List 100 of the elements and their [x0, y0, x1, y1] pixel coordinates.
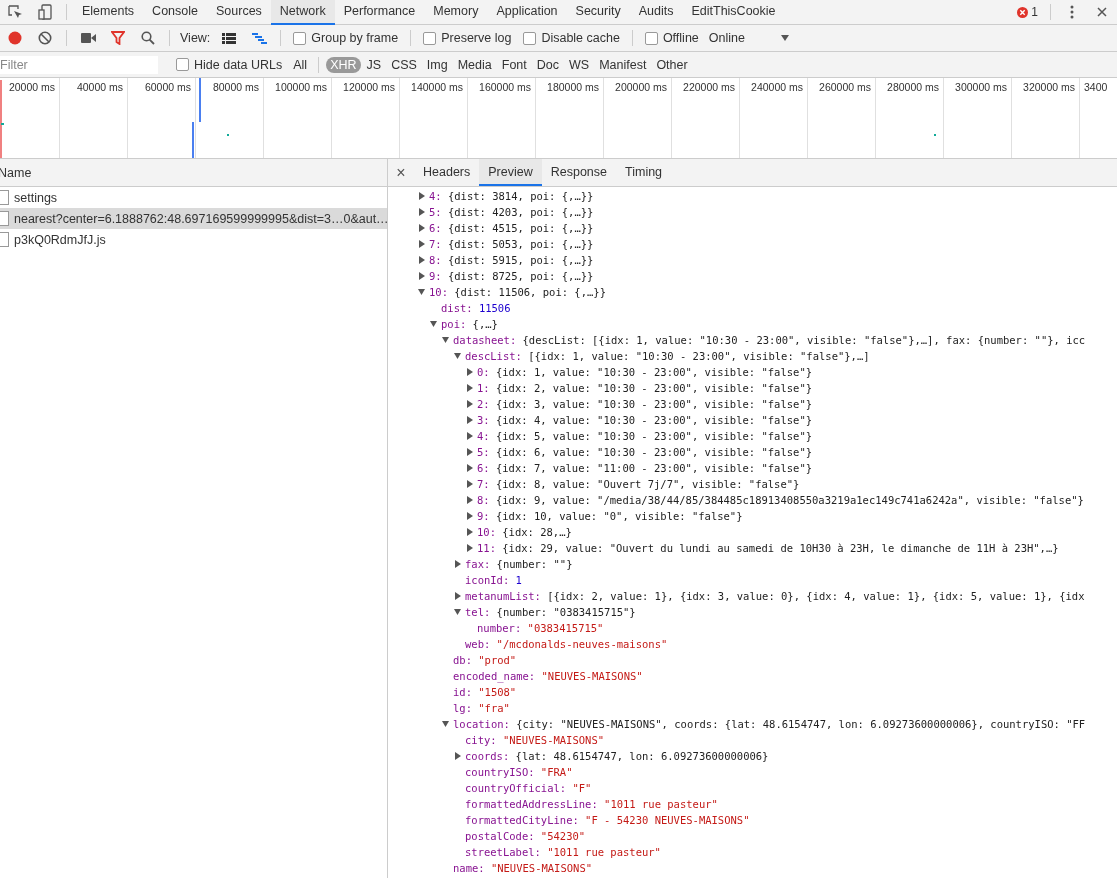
collapsed-arrow-icon[interactable] [466, 464, 473, 472]
option-checkbox[interactable]: Disable cache [523, 31, 620, 45]
time-tick-label: 320000 ms [1023, 81, 1075, 94]
panel-tab[interactable]: Sources [207, 0, 271, 25]
time-tick-label: 300000 ms [955, 81, 1007, 94]
property-key: db: [453, 654, 472, 666]
expanded-arrow-icon[interactable] [442, 720, 449, 728]
panel-tab[interactable]: Security [566, 0, 630, 25]
type-filter-button[interactable]: Font [497, 56, 531, 73]
error-count: 1 [1031, 5, 1038, 19]
panel-tab[interactable]: Elements [73, 0, 144, 25]
panel-tab[interactable]: Network [270, 0, 335, 25]
collapsed-arrow-icon[interactable] [418, 272, 425, 280]
property-key: formattedAddressLine: [465, 798, 598, 810]
type-filter-button[interactable]: Img [422, 56, 452, 73]
type-filter-button[interactable]: All [289, 56, 312, 73]
collapsed-arrow-icon[interactable] [466, 496, 473, 504]
property-key: 4: [477, 430, 490, 442]
collapsed-arrow-icon[interactable] [466, 448, 473, 456]
collapsed-arrow-icon[interactable] [418, 208, 425, 216]
property-key: 5: [429, 206, 442, 218]
collapsed-arrow-icon[interactable] [454, 752, 461, 760]
filter-icon[interactable] [109, 29, 127, 47]
option-checkbox[interactable]: Group by frame [293, 31, 399, 45]
property-key: 0: [477, 366, 490, 378]
panel-tab[interactable]: Console [143, 0, 207, 25]
expanded-arrow-icon[interactable] [454, 352, 461, 360]
request-name: p3kQ0RdmJfJ.js [14, 232, 106, 247]
collapsed-arrow-icon[interactable] [466, 368, 473, 376]
property-key: datasheet: [453, 334, 517, 346]
type-filter-button[interactable]: Other [652, 56, 692, 73]
collapsed-arrow-icon[interactable] [454, 560, 461, 568]
type-filter-button[interactable]: Doc [532, 56, 563, 73]
property-key: tel: [465, 606, 491, 618]
type-filter-button[interactable]: WS [565, 56, 594, 73]
property-value: {idx: 7, value: "11:00 - 23:00", visible: "false"} [495, 462, 813, 474]
detail-tab[interactable]: Response [541, 159, 616, 186]
type-filter-button[interactable]: Manifest [595, 56, 651, 73]
property-key: dist: [441, 302, 473, 314]
option-checkbox[interactable]: Preserve log [423, 31, 512, 45]
checkbox-label: Disable cache [541, 31, 620, 45]
device-icon[interactable] [36, 3, 54, 21]
property-value: {city: "NEUVES-MAISONS", coords: {lat: 48.6154747, lon: 6.09273600000006}, countryISO: "FF [516, 718, 1086, 730]
collapsed-arrow-icon[interactable] [466, 544, 473, 552]
collapsed-arrow-icon[interactable] [466, 432, 473, 440]
expanded-arrow-icon[interactable] [442, 336, 449, 344]
collapsed-arrow-icon[interactable] [466, 512, 473, 520]
panel-tab[interactable]: Performance [334, 0, 425, 25]
collapsed-arrow-icon[interactable] [466, 480, 473, 488]
collapsed-arrow-icon[interactable] [466, 416, 473, 424]
time-tick-label: 40000 ms [76, 81, 123, 94]
time-tick-label: 80000 ms [212, 81, 259, 94]
clear-icon[interactable] [36, 29, 54, 47]
collapsed-arrow-icon[interactable] [418, 256, 425, 264]
property-key: postalCode: [465, 830, 535, 842]
property-key: 7: [477, 478, 490, 490]
checkbox[interactable] [644, 31, 658, 45]
property-key: 9: [429, 270, 442, 282]
checkbox-label: Offline [662, 31, 699, 45]
property-value: {dist: 3814, poi: {,…}} [447, 190, 594, 202]
filter-field[interactable]: Filter [0, 55, 158, 74]
type-filter-button[interactable]: CSS [387, 56, 421, 73]
search-icon[interactable] [139, 29, 157, 47]
checkbox[interactable] [293, 31, 307, 45]
request-row[interactable]: nearest?center=6.1888762:48.697169599999995&dist=3…0&aut… [0, 208, 387, 229]
expanded-arrow-icon[interactable] [430, 320, 437, 328]
panel-tab[interactable]: Memory [424, 0, 488, 25]
property-key: iconId: [465, 574, 510, 586]
file-icon [0, 190, 9, 205]
collapsed-arrow-icon[interactable] [418, 224, 425, 232]
record-button[interactable] [6, 29, 24, 47]
collapsed-arrow-icon[interactable] [418, 240, 425, 248]
collapsed-arrow-icon[interactable] [466, 400, 473, 408]
detail-tab[interactable]: Timing [616, 159, 672, 186]
option-checkbox[interactable]: Offline [644, 31, 699, 45]
checkbox-label: Preserve log [441, 31, 512, 45]
collapsed-arrow-icon[interactable] [466, 528, 473, 536]
checkbox[interactable] [176, 58, 189, 71]
detail-tab[interactable]: Preview [479, 159, 542, 186]
checkbox[interactable] [523, 31, 537, 45]
detail-tab[interactable]: Headers [414, 159, 480, 186]
panel-tab[interactable]: EditThisCookie [682, 0, 785, 25]
expanded-arrow-icon[interactable] [418, 288, 425, 296]
checkbox[interactable] [423, 31, 437, 45]
collapsed-arrow-icon[interactable] [418, 192, 425, 200]
type-filter-button[interactable]: Media [453, 56, 496, 73]
property-value: {idx: 6, value: "10:30 - 23:00", visible: "false"} [495, 446, 813, 458]
expanded-arrow-icon[interactable] [454, 608, 461, 616]
hide-data-urls-checkbox[interactable]: Hide data URLs [176, 57, 283, 72]
property-value: "1011 rue pasteur" [547, 846, 661, 858]
panel-tab[interactable]: Application [487, 0, 567, 25]
collapsed-arrow-icon[interactable] [466, 384, 473, 392]
collapsed-arrow-icon[interactable] [454, 592, 461, 600]
throttling-dropdown[interactable]: Online [704, 31, 793, 45]
type-filter-button[interactable]: JS [362, 56, 386, 73]
panel-tab[interactable]: Audits [629, 0, 683, 25]
property-value: {,…} [472, 318, 498, 330]
property-value: {dist: 5915, poi: {,…}} [447, 254, 594, 266]
property-value: {idx: 5, value: "10:30 - 23:00", visible: "false"} [495, 430, 813, 442]
close-button[interactable]: × [388, 159, 414, 186]
